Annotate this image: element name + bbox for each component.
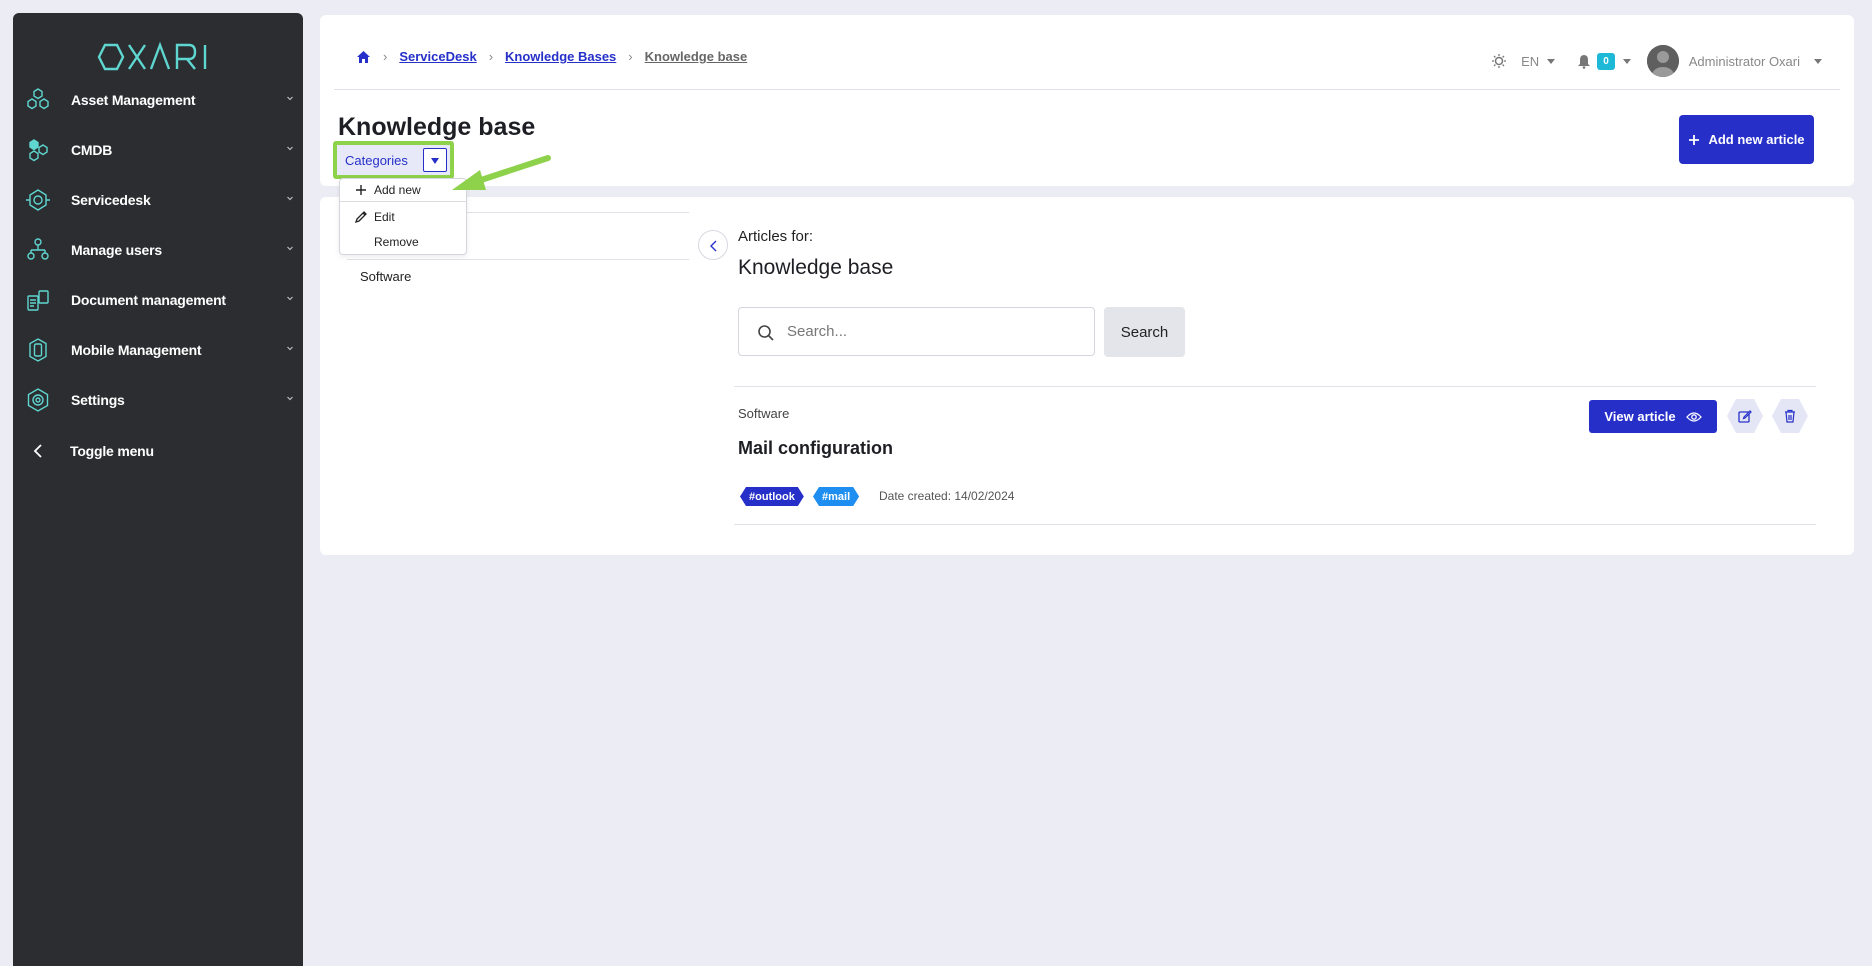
breadcrumb: › ServiceDesk › Knowledge Bases › Knowle…	[356, 49, 747, 64]
view-article-label: View article	[1604, 409, 1676, 424]
sidebar-item-cmdb[interactable]: CMDB	[13, 130, 303, 170]
trash-icon	[1785, 409, 1795, 423]
caret-down-icon[interactable]	[1545, 56, 1557, 66]
user-name[interactable]: Administrator Oxari	[1689, 54, 1800, 69]
add-new-article-button[interactable]: Add new article	[1679, 115, 1814, 164]
annotation-arrow	[452, 155, 551, 190]
chevron-down-icon	[287, 396, 293, 401]
view-article-button[interactable]: View article	[1589, 400, 1717, 433]
users-tree-icon	[27, 238, 49, 260]
breadcrumb-knowledge-bases[interactable]: Knowledge Bases	[505, 49, 616, 64]
page-title: Knowledge base	[338, 113, 536, 141]
search-button[interactable]: Search	[1104, 307, 1185, 357]
divider	[347, 259, 689, 260]
sidebar-item-label: Servicedesk	[71, 192, 151, 208]
pencil-icon	[354, 211, 367, 224]
sidebar-item-mobile-management[interactable]: Mobile Management	[13, 330, 303, 370]
category-item-software[interactable]: Software	[360, 269, 411, 284]
tag-badge[interactable]: #mail	[813, 487, 859, 506]
notification-badge[interactable]: 0	[1597, 52, 1615, 70]
mobile-icon	[29, 338, 47, 362]
search-input[interactable]	[787, 308, 1087, 355]
menu-item-remove[interactable]: Remove	[340, 231, 466, 253]
collapse-categories-button[interactable]	[698, 230, 728, 260]
chevron-left-icon	[710, 240, 717, 252]
articles-heading: Articles for:	[738, 228, 814, 245]
topbar-controls: EN 0 Administrator Oxari	[1491, 45, 1824, 77]
breadcrumb-separator: ›	[383, 49, 388, 64]
chevron-down-icon	[287, 96, 293, 101]
categories-button[interactable]: Categories	[339, 149, 414, 172]
hexagons-icon	[27, 88, 49, 110]
menu-item-edit[interactable]: Edit	[340, 206, 466, 228]
sidebar-item-asset-management[interactable]: Asset Management	[13, 80, 303, 120]
eye-icon	[1685, 411, 1702, 422]
avatar[interactable]	[1646, 45, 1679, 77]
sidebar-item-servicedesk[interactable]: Servicedesk	[13, 180, 303, 220]
menu-item-label: Add new	[374, 183, 421, 197]
gear-icon	[27, 388, 49, 412]
sidebar-item-label: Mobile Management	[71, 342, 202, 358]
home-icon[interactable]	[356, 50, 371, 64]
plus-icon	[356, 185, 366, 195]
servicedesk-icon	[26, 189, 50, 211]
add-new-article-label: Add new article	[1708, 132, 1805, 147]
bell-icon[interactable]	[1577, 54, 1591, 69]
article-category: Software	[738, 406, 790, 421]
article-title[interactable]: Mail configuration	[738, 438, 893, 459]
chevron-down-icon	[287, 146, 293, 151]
caret-down-icon[interactable]	[1621, 56, 1633, 66]
chevron-left-icon	[33, 444, 42, 458]
cmdb-icon	[29, 139, 48, 162]
sidebar: Asset Management CMDB Servicedesk Manage…	[13, 13, 303, 966]
divider	[734, 524, 1816, 525]
sidebar-item-label: Document management	[71, 292, 226, 308]
article-date-created: Date created: 14/02/2024	[879, 489, 1015, 503]
chevron-down-icon	[287, 246, 293, 251]
menu-item-label: Edit	[374, 210, 395, 224]
toggle-menu-label: Toggle menu	[70, 443, 154, 459]
sidebar-item-document-management[interactable]: Document management	[13, 280, 303, 320]
sidebar-item-label: CMDB	[71, 142, 113, 158]
divider	[734, 386, 1816, 387]
categories-button-group: Categories	[333, 141, 454, 179]
sidebar-item-manage-users[interactable]: Manage users	[13, 230, 303, 270]
articles-title: Knowledge base	[738, 256, 894, 279]
language-selector[interactable]: EN	[1521, 54, 1539, 69]
breadcrumb-separator: ›	[488, 49, 494, 64]
breadcrumb-servicedesk[interactable]: ServiceDesk	[399, 49, 476, 64]
chevron-down-icon	[287, 196, 293, 201]
breadcrumb-current[interactable]: Knowledge base	[645, 49, 748, 64]
sidebar-item-settings[interactable]: Settings	[13, 380, 303, 420]
search-icon	[758, 325, 774, 341]
divider	[340, 201, 466, 202]
sidebar-item-label: Asset Management	[71, 92, 196, 108]
chevron-down-icon	[287, 346, 293, 351]
breadcrumb-separator: ›	[628, 49, 633, 64]
menu-item-label: Remove	[374, 235, 419, 249]
tag-badge[interactable]: #outlook	[740, 487, 804, 506]
header-divider	[334, 89, 1840, 90]
chevron-down-icon	[287, 296, 293, 301]
plus-icon	[1689, 134, 1700, 145]
search-field	[738, 307, 1095, 356]
sidebar-item-label: Settings	[71, 392, 125, 408]
edit-icon	[1738, 410, 1752, 423]
toggle-menu-button[interactable]: Toggle menu	[13, 431, 303, 471]
sidebar-item-label: Manage users	[71, 242, 162, 258]
caret-down-icon[interactable]	[1812, 56, 1824, 66]
category-panel	[340, 213, 690, 543]
oxari-logo	[97, 41, 207, 71]
theme-sun-icon[interactable]	[1491, 53, 1507, 69]
documents-icon	[27, 290, 49, 311]
